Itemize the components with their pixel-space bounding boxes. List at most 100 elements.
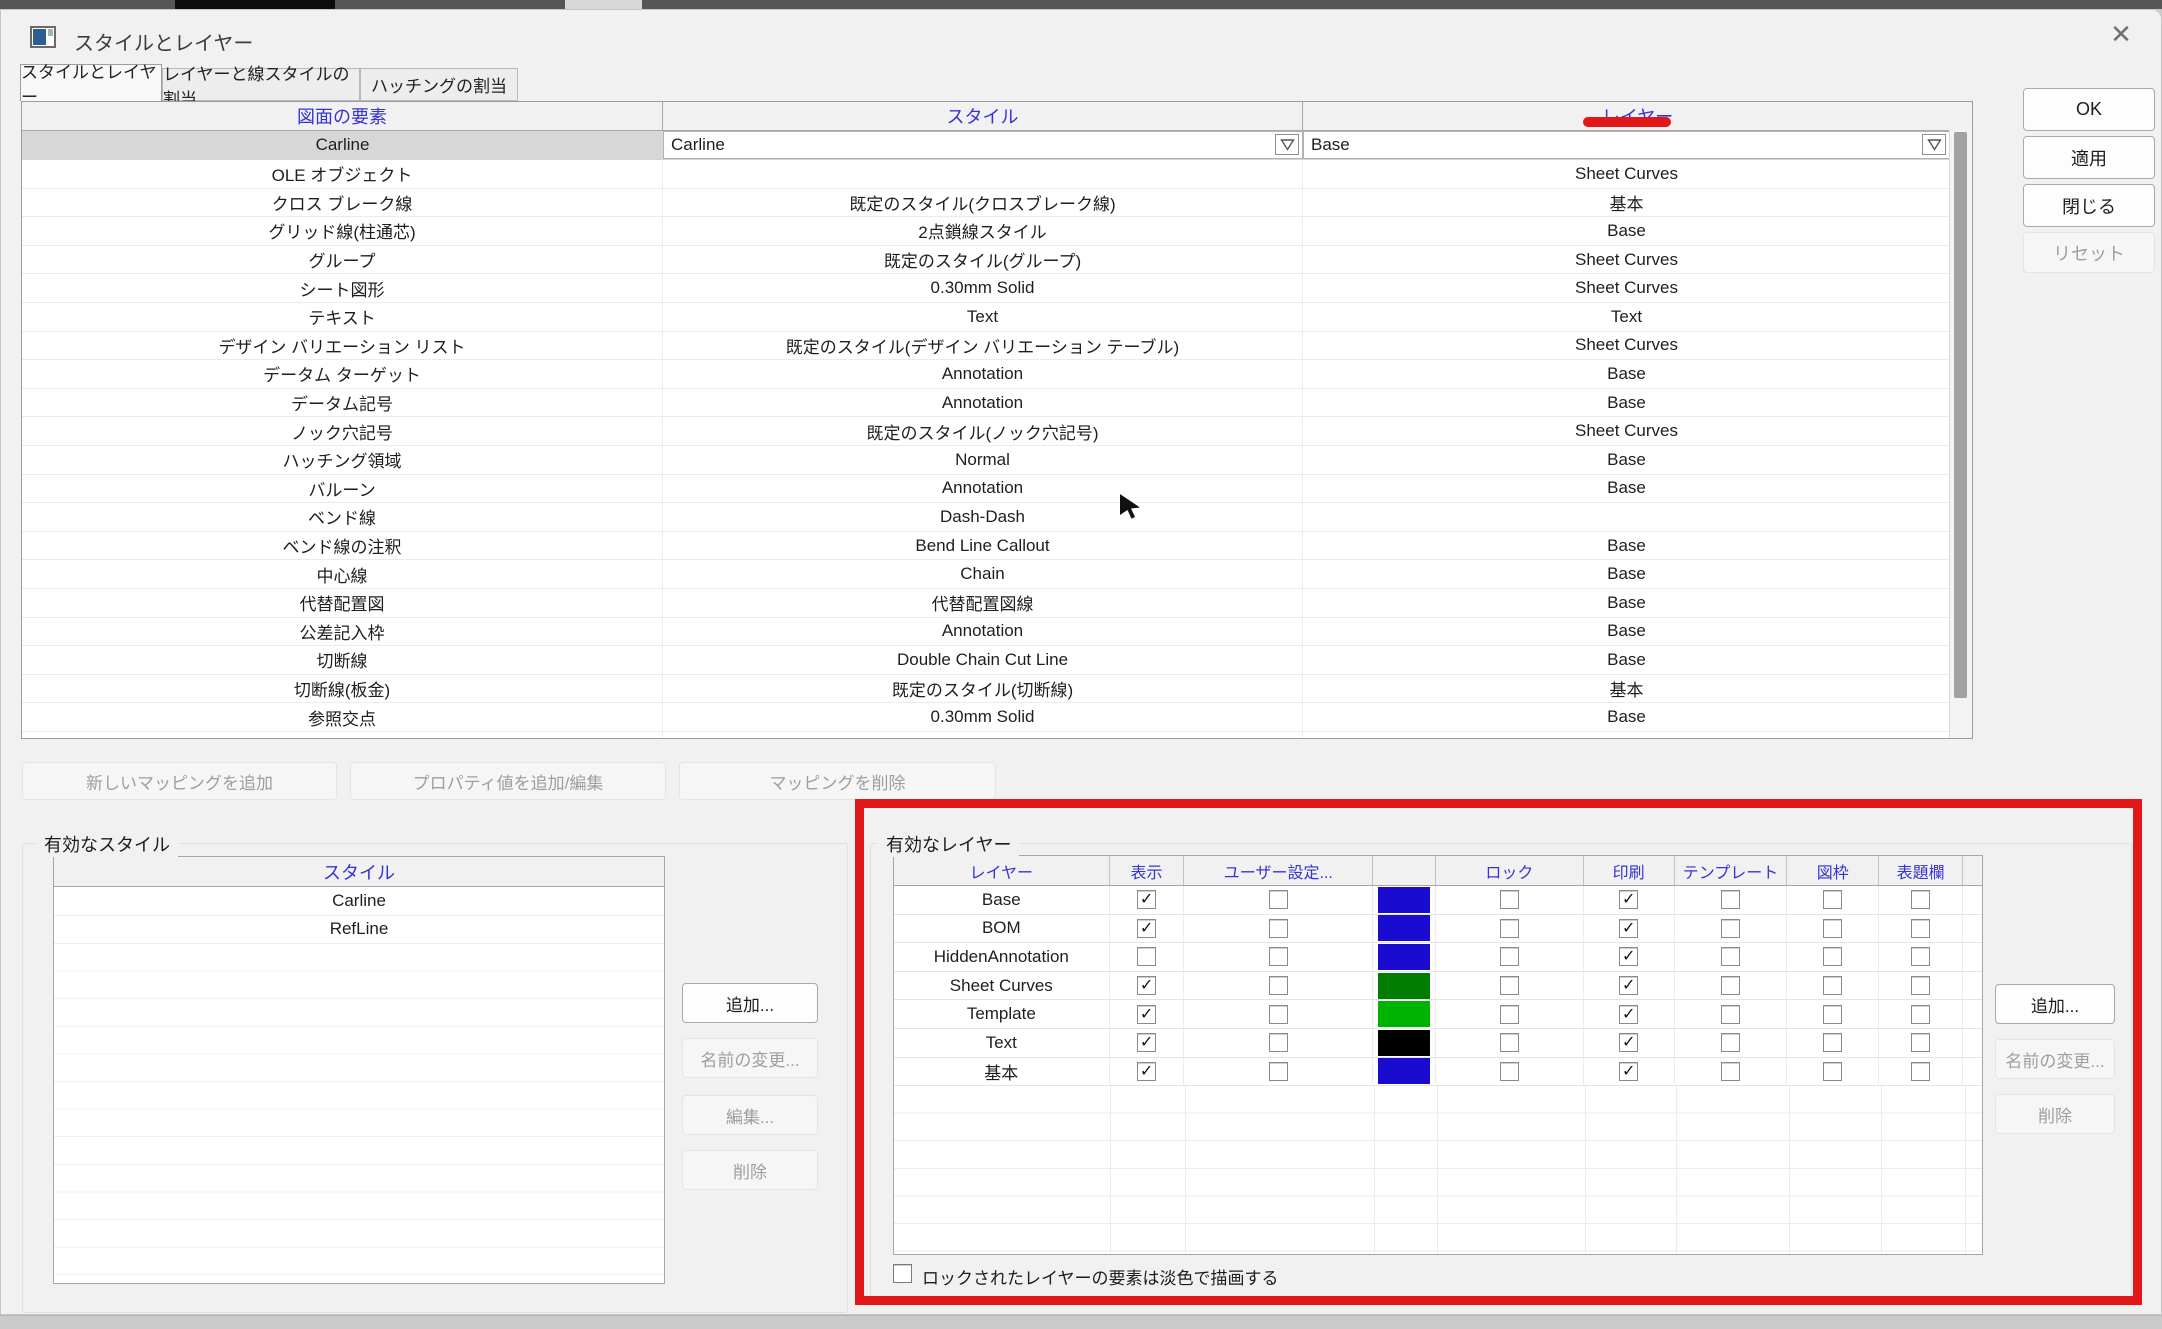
layer-filter-field[interactable]: Base (1303, 131, 1950, 159)
dim-locked-layers-checkbox[interactable] (893, 1264, 912, 1283)
layer-color-chip[interactable] (1378, 1030, 1430, 1056)
print-checkbox[interactable]: ✓ (1619, 1062, 1638, 1081)
mapping-row[interactable]: デザイン バリエーション リスト既定のスタイル(デザイン バリエーション テーブ… (22, 332, 1950, 361)
mapping-row[interactable]: グループ既定のスタイル(グループ)Sheet Curves (22, 246, 1950, 275)
user-setting-checkbox[interactable] (1269, 1005, 1288, 1024)
style-edit-button[interactable]: 編集... (682, 1095, 818, 1135)
filter-funnel-icon[interactable] (1275, 134, 1299, 155)
mapping-row[interactable]: 代替配置図代替配置図線Base (22, 589, 1950, 618)
mapping-row[interactable]: 切断線(板金)既定のスタイル(切断線)基本 (22, 675, 1950, 704)
titleblock-checkbox[interactable] (1911, 919, 1930, 938)
show-checkbox[interactable]: ✓ (1137, 1005, 1156, 1024)
show-checkbox[interactable]: ✓ (1137, 1033, 1156, 1052)
mapping-row[interactable]: ノック穴記号既定のスタイル(ノック穴記号)Sheet Curves (22, 417, 1950, 446)
apply-button[interactable]: 適用 (2023, 136, 2155, 179)
user-setting-checkbox[interactable] (1269, 1062, 1288, 1081)
layer-row[interactable]: HiddenAnnotation ✓ (894, 943, 1982, 972)
layer-name[interactable]: BOM (894, 915, 1110, 943)
styles-list-column-header[interactable]: スタイル (54, 857, 664, 887)
titleblock-checkbox[interactable] (1911, 947, 1930, 966)
user-setting-checkbox[interactable] (1269, 1033, 1288, 1052)
column-header-show[interactable]: 表示 (1110, 856, 1185, 885)
layer-name[interactable]: Template (894, 1000, 1110, 1028)
frame-checkbox[interactable] (1823, 1062, 1842, 1081)
mapping-row[interactable]: テキストTextText (22, 303, 1950, 332)
titleblock-checkbox[interactable] (1911, 1005, 1930, 1024)
show-checkbox[interactable]: ✓ (1137, 976, 1156, 995)
layer-row[interactable]: 基本 ✓ ✓ (894, 1058, 1982, 1087)
ok-button[interactable]: OK (2023, 88, 2155, 131)
style-delete-button[interactable]: 削除 (682, 1150, 818, 1190)
mapping-row[interactable]: 参照図形0.30mm SolidBase (22, 732, 1950, 739)
layer-add-button[interactable]: 追加... (1995, 984, 2115, 1024)
mapping-row[interactable]: バルーンAnnotationBase (22, 475, 1950, 504)
tab-hatching-assignment[interactable]: ハッチングの割当 (360, 68, 518, 101)
frame-checkbox[interactable] (1823, 976, 1842, 995)
style-filter-field[interactable]: Carline (663, 131, 1303, 159)
user-setting-checkbox[interactable] (1269, 976, 1288, 995)
layer-name[interactable]: HiddenAnnotation (894, 943, 1110, 971)
layer-row[interactable]: Base ✓ ✓ (894, 886, 1982, 915)
mapping-row[interactable]: 切断線Double Chain Cut LineBase (22, 646, 1950, 675)
style-add-button[interactable]: 追加... (682, 983, 818, 1023)
close-button[interactable]: 閉じる (2023, 184, 2155, 227)
style-list-item[interactable]: RefLine (54, 916, 664, 945)
column-header-layer-name[interactable]: レイヤー (894, 856, 1110, 885)
delete-mapping-button[interactable]: マッピングを削除 (679, 762, 996, 800)
template-checkbox[interactable] (1721, 1062, 1740, 1081)
show-checkbox[interactable]: ✓ (1137, 919, 1156, 938)
layer-row[interactable]: BOM ✓ ✓ (894, 915, 1982, 944)
reset-button[interactable]: リセット (2023, 232, 2155, 273)
mapping-row[interactable]: OLE オブジェクトSheet Curves (22, 160, 1950, 189)
layer-delete-button[interactable]: 削除 (1995, 1094, 2115, 1134)
layer-color-chip[interactable] (1378, 915, 1430, 941)
show-checkbox[interactable]: ✓ (1137, 1062, 1156, 1081)
user-setting-checkbox[interactable] (1269, 947, 1288, 966)
template-checkbox[interactable] (1721, 1005, 1740, 1024)
lock-checkbox[interactable] (1500, 1005, 1519, 1024)
frame-checkbox[interactable] (1823, 947, 1842, 966)
lock-checkbox[interactable] (1500, 919, 1519, 938)
mapping-row[interactable]: データム ターゲットAnnotationBase (22, 360, 1950, 389)
show-checkbox[interactable] (1137, 947, 1156, 966)
layer-name[interactable]: Sheet Curves (894, 972, 1110, 1000)
print-checkbox[interactable]: ✓ (1619, 947, 1638, 966)
titleblock-checkbox[interactable] (1911, 976, 1930, 995)
style-list-item[interactable]: Carline (54, 887, 664, 916)
template-checkbox[interactable] (1721, 919, 1740, 938)
template-checkbox[interactable] (1721, 976, 1740, 995)
mapping-row[interactable]: ベンド線Dash-Dash (22, 503, 1950, 532)
titleblock-checkbox[interactable] (1911, 1062, 1930, 1081)
frame-checkbox[interactable] (1823, 1033, 1842, 1052)
titleblock-checkbox[interactable] (1911, 1033, 1930, 1052)
layer-name[interactable]: 基本 (894, 1058, 1110, 1086)
mapping-row[interactable]: 中心線ChainBase (22, 560, 1950, 589)
column-header-template[interactable]: テンプレート (1675, 856, 1788, 885)
print-checkbox[interactable]: ✓ (1619, 1005, 1638, 1024)
add-new-mapping-button[interactable]: 新しいマッピングを追加 (22, 762, 337, 800)
mapping-table-scrollbar[interactable] (1949, 130, 1972, 738)
template-checkbox[interactable] (1721, 890, 1740, 909)
scrollbar-thumb[interactable] (1954, 132, 1967, 698)
layer-row[interactable]: Template ✓ ✓ (894, 1000, 1982, 1029)
mapping-row[interactable]: 参照交点0.30mm SolidBase (22, 703, 1950, 732)
column-header-user-setting[interactable]: ユーザー設定... (1184, 856, 1373, 885)
layer-rename-button[interactable]: 名前の変更... (1995, 1039, 2115, 1079)
layer-color-chip[interactable] (1378, 944, 1430, 970)
style-rename-button[interactable]: 名前の変更... (682, 1038, 818, 1078)
mapping-row[interactable]: グリッド線(柱通芯)2点鎖線スタイルBase (22, 217, 1950, 246)
selected-element-cell[interactable]: Carline (22, 131, 663, 159)
frame-checkbox[interactable] (1823, 1005, 1842, 1024)
tab-styles-and-layers[interactable]: スタイルとレイヤー (20, 64, 162, 101)
column-header-style[interactable]: スタイル (663, 102, 1303, 130)
column-header-titleblock[interactable]: 表題欄 (1879, 856, 1963, 885)
user-setting-checkbox[interactable] (1269, 919, 1288, 938)
mapping-row[interactable]: ベンド線の注釈Bend Line CalloutBase (22, 532, 1950, 561)
titleblock-checkbox[interactable] (1911, 890, 1930, 909)
close-icon[interactable]: ✕ (2098, 14, 2144, 54)
layer-color-chip[interactable] (1378, 887, 1430, 913)
filter-funnel-icon[interactable] (1922, 134, 1946, 155)
layer-color-chip[interactable] (1378, 973, 1430, 999)
lock-checkbox[interactable] (1500, 1033, 1519, 1052)
user-setting-checkbox[interactable] (1269, 890, 1288, 909)
